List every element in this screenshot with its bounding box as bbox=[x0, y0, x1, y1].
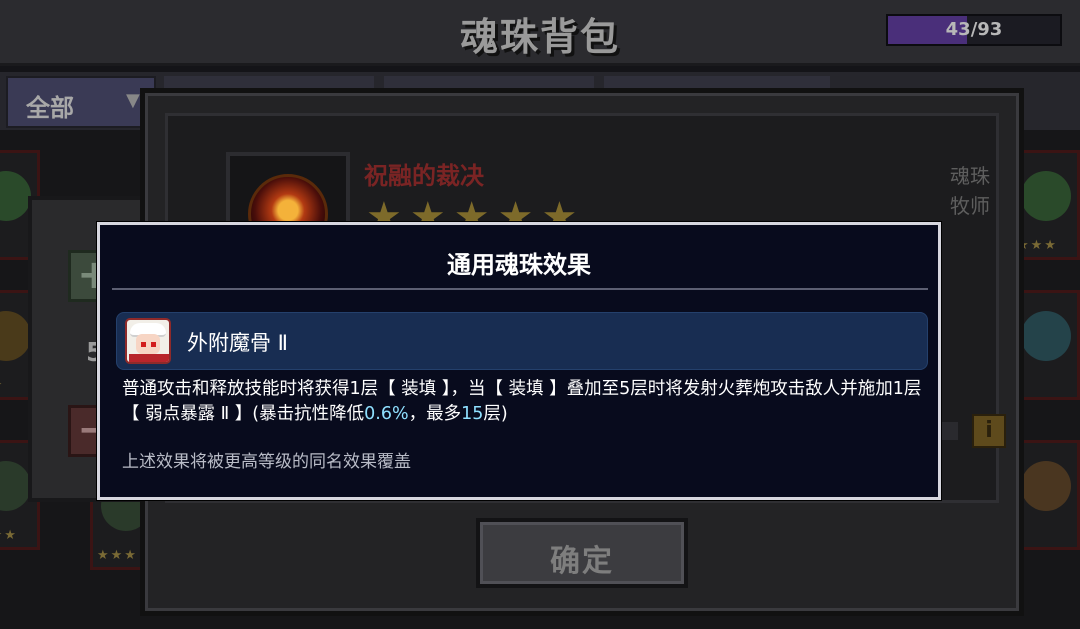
soul-orb-icon bbox=[1021, 171, 1071, 221]
confirm-button[interactable]: 确定 bbox=[476, 518, 688, 588]
info-icon[interactable]: i bbox=[972, 414, 1006, 448]
character-portrait-icon bbox=[125, 318, 171, 364]
triangle-down-icon: ▼ bbox=[126, 90, 140, 111]
item-name: 祝融的裁决 bbox=[364, 162, 484, 190]
item-type-label: 魂珠 bbox=[950, 164, 990, 188]
capacity-text: 43/93 bbox=[945, 19, 1003, 40]
soul-orb-icon bbox=[0, 171, 31, 221]
effect-desc-value: 15 bbox=[461, 404, 484, 424]
slot-stars: ★★ bbox=[0, 378, 4, 393]
soul-orb-icon bbox=[0, 461, 31, 511]
item-class-label: 牧师 bbox=[950, 194, 990, 218]
filter-dropdown[interactable]: 全部 ▼ bbox=[6, 76, 156, 128]
slot-stars: ★★★ bbox=[97, 548, 138, 563]
capacity-bar: 43/93 bbox=[886, 14, 1062, 46]
divider bbox=[112, 288, 928, 290]
effect-dialog: 通用魂珠效果 外附魔骨 Ⅱ 普通攻击和释放技能时将获得1层【 装填 】，当【 装… bbox=[97, 222, 941, 500]
effect-desc-text: 层) bbox=[483, 404, 508, 424]
slot-stars: ★★★ bbox=[0, 528, 18, 543]
soul-orb-icon bbox=[1021, 311, 1071, 361]
dialog-title: 通用魂珠效果 bbox=[447, 251, 591, 279]
effect-desc-text: ，最多 bbox=[408, 404, 462, 424]
filter-selected-label: 全部 bbox=[26, 94, 74, 122]
effect-row: 外附魔骨 Ⅱ bbox=[116, 312, 928, 370]
effect-desc-text: 普通攻击和释放技能时将获得1层【 装填 】，当【 装填 】叠加至5层时将发射火葬… bbox=[122, 379, 922, 424]
effect-name: 外附魔骨 Ⅱ bbox=[187, 331, 289, 355]
effect-desc-value: 0.6% bbox=[364, 404, 409, 424]
soul-orb-icon bbox=[1021, 461, 1071, 511]
top-bar: 魂珠背包 43/93 bbox=[0, 0, 1080, 66]
soul-orb-icon bbox=[0, 311, 31, 361]
effect-description: 普通攻击和释放技能时将获得1层【 装填 】，当【 装填 】叠加至5层时将发射火葬… bbox=[122, 377, 932, 427]
override-note: 上述效果将被更高等级的同名效果覆盖 bbox=[122, 452, 411, 472]
confirm-label: 确定 bbox=[550, 544, 614, 579]
